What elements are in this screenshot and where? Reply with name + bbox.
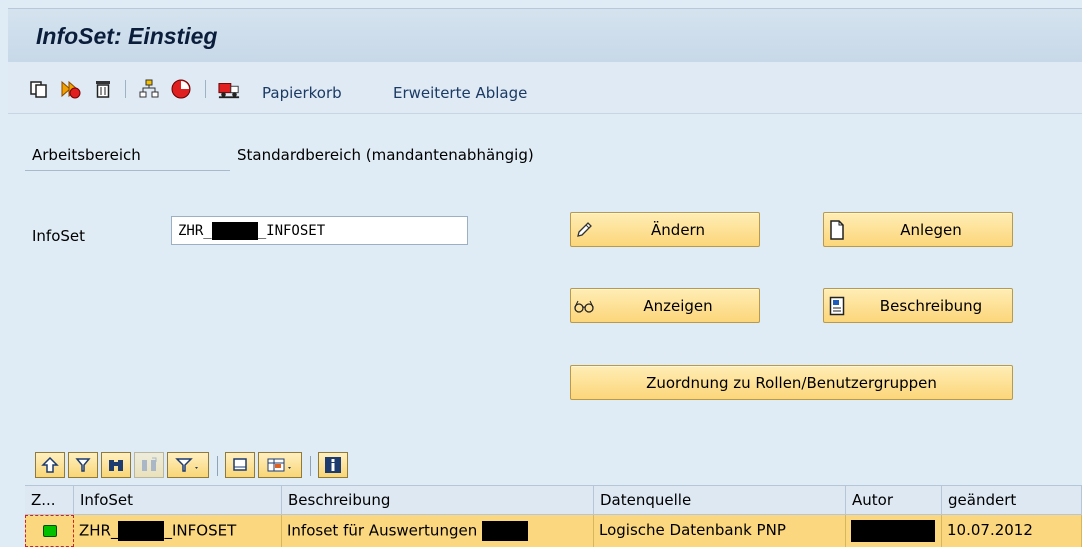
erweiterte-ablage-button[interactable]: Erweiterte Ablage [393,84,527,102]
execute-icon[interactable] [60,78,82,100]
delete-icon[interactable] [92,78,114,100]
row-beschreibung-text: Infoset für Auswertungen [287,521,478,540]
column-header-beschreibung[interactable]: Beschreibung [282,486,594,515]
toolbar-separator [125,80,126,98]
label-underline [25,170,230,171]
redaction-block [851,520,935,542]
anzeigen-label: Anzeigen [643,296,713,315]
new-document-icon [824,213,850,246]
filter-button[interactable] [167,452,209,478]
copy-icon[interactable] [28,78,50,100]
transport-icon[interactable] [218,78,240,100]
infoset-label: InfoSet [32,227,86,245]
table-row[interactable]: ZHR_ _INFOSET Infoset für Auswertungen Lo… [25,515,1082,547]
anlegen-label: Anlegen [900,220,962,239]
row-beschreibung-cell[interactable]: Infoset für Auswertungen [282,515,594,547]
grid-toolbar [25,448,1082,482]
find-button[interactable] [101,452,131,478]
details-button[interactable] [35,452,65,478]
print-icon [233,458,247,471]
toolbar-separator [205,80,206,98]
papierkorb-button[interactable]: Papierkorb [262,84,342,102]
arbeitsbereich-label: Arbeitsbereich [32,146,141,164]
row-geaendert-cell[interactable]: 10.07.2012 [942,515,1082,547]
grid-header: Z... InfoSet Beschreibung Datenquelle Au… [25,485,1082,515]
binoculars-icon [109,460,123,471]
row-autor-cell[interactable] [846,515,942,547]
application-toolbar: Papierkorb Erweiterte Ablage [8,62,1082,114]
toolbar-separator [217,456,218,476]
status-icon [42,525,57,537]
column-header-datenquelle[interactable]: Datenquelle [594,486,846,515]
beschreibung-label: Beschreibung [879,296,983,315]
layout-button[interactable] [258,452,302,478]
anzeigen-button[interactable]: Anzeigen [570,288,760,323]
zuordnung-label: Zuordnung zu Rollen/Benutzergruppen [646,373,937,392]
row-status-cell[interactable] [25,515,74,547]
pencil-icon [571,213,597,246]
redaction-block [481,521,528,541]
column-header-status[interactable]: Z... [25,486,74,515]
column-header-autor[interactable]: Autor [846,486,942,515]
sort-icon [75,458,91,472]
row-infoset-cell[interactable]: ZHR_ _INFOSET [74,515,282,547]
find-next-icon [142,457,157,471]
anlegen-button[interactable]: Anlegen [823,212,1013,247]
column-header-geaendert[interactable]: geändert [942,486,1082,515]
aendern-button[interactable]: Ändern [570,212,760,247]
zuordnung-button[interactable]: Zuordnung zu Rollen/Benutzergruppen [570,365,1013,400]
sort-button[interactable] [68,452,98,478]
record-icon[interactable] [170,78,192,100]
filter-icon [175,458,198,472]
print-button[interactable] [225,452,255,478]
info-button[interactable] [318,452,348,478]
row-datenquelle-cell[interactable]: Logische Datenbank PNP [594,515,846,547]
redaction-block [211,222,258,240]
row-infoset-prefix: ZHR_ [79,521,119,540]
info-icon [325,457,341,473]
page-title: InfoSet: Einstieg [36,23,218,49]
aendern-label: Ändern [651,220,705,239]
redaction-block [118,521,165,541]
find-next-button[interactable] [134,452,164,478]
row-infoset-suffix: _INFOSET [164,521,237,540]
layout-icon [267,458,291,472]
arbeitsbereich-value: Standardbereich (mandantenabhängig) [237,146,534,164]
description-icon [824,289,850,322]
infoset-value-suffix: _INFOSET [257,223,326,239]
title-bar: InfoSet: Einstieg [8,8,1082,62]
details-icon [41,457,59,473]
column-header-infoset[interactable]: InfoSet [74,486,282,515]
beschreibung-button[interactable]: Beschreibung [823,288,1013,323]
hierarchy-icon[interactable] [138,78,160,100]
infoset-input[interactable]: ZHR_ _INFOSET [171,216,468,245]
infoset-value-prefix: ZHR_ [178,223,212,239]
toolbar-separator [310,456,311,476]
glasses-icon [571,289,597,322]
